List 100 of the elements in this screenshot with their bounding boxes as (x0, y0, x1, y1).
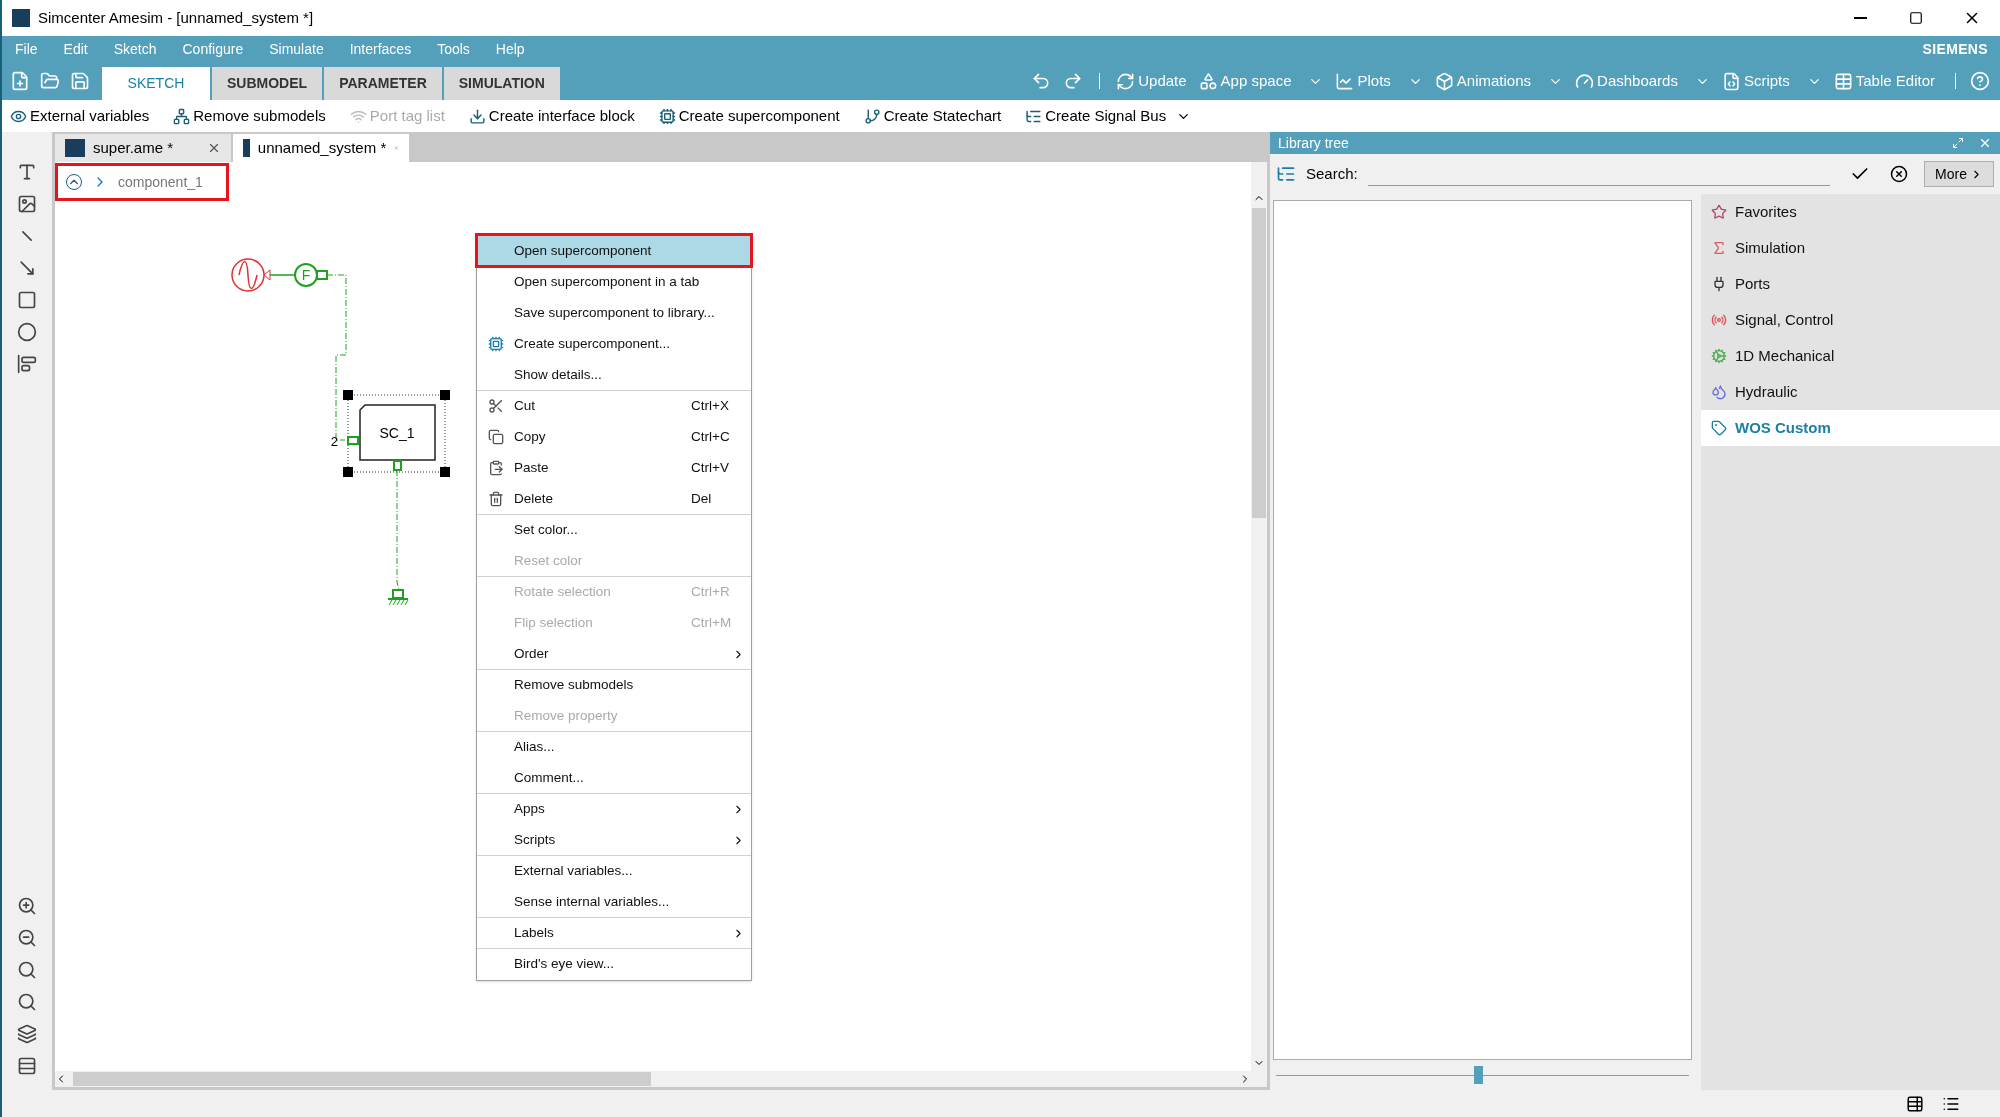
close-panel-icon[interactable] (1978, 136, 1992, 150)
context-menu-item[interactable]: Cut Ctrl+X (477, 390, 751, 421)
ribbon-tab[interactable]: SUBMODEL (212, 67, 323, 100)
toolbar-icon (173, 107, 191, 125)
maximize-icon (1909, 11, 1923, 25)
context-menu-item[interactable]: Create supercomponent... (477, 328, 751, 359)
file-icon (243, 139, 250, 157)
library-category[interactable]: 1D Mechanical (1701, 338, 2000, 374)
toolbar-button[interactable]: External variables (10, 104, 150, 128)
supercomponent-block[interactable]: SC_1 (359, 404, 436, 461)
ground-symbol (387, 589, 409, 606)
toolbar-icon (468, 107, 486, 125)
toolbar-button[interactable]: Create supercomponent (658, 104, 840, 128)
redo-icon[interactable] (1063, 71, 1084, 91)
help-icon[interactable] (1970, 71, 1990, 91)
scrollbar-thumb[interactable] (1252, 208, 1266, 518)
tree-view-icon[interactable] (1276, 164, 1296, 184)
category-icon (1711, 348, 1727, 364)
copy-icon (487, 429, 504, 445)
toolbar-button[interactable]: Remove submodels (173, 104, 326, 128)
align-tool-icon[interactable] (17, 354, 37, 374)
toolbar-icon (658, 107, 676, 125)
toolbar-button[interactable]: Create Signal Bus (1025, 104, 1167, 128)
brand-logo: SIEMENS (1922, 39, 1988, 59)
context-menu-item[interactable]: Delete Del (477, 483, 751, 514)
ribbon-action-icon (1833, 71, 1853, 91)
ribbon-action-icon (1434, 71, 1454, 91)
library-category[interactable]: Signal, Control (1701, 302, 2000, 338)
context-menu-item[interactable]: Copy Ctrl+C (477, 421, 751, 452)
panel-title: Library tree (1278, 133, 1349, 153)
category-icon (1711, 420, 1727, 436)
context-menu-item[interactable]: Sense internal variables... (477, 886, 751, 917)
context-menu-item[interactable]: Save supercomponent to library... (477, 297, 751, 328)
port-icon (347, 436, 359, 445)
context-menu-item[interactable]: Order (477, 638, 751, 669)
ribbon-tab[interactable]: SIMULATION (443, 67, 560, 100)
context-menu-item[interactable]: Comment... (477, 762, 751, 793)
rectangle-tool-icon[interactable] (17, 290, 37, 310)
context-menu-item[interactable]: Set color... (477, 514, 751, 545)
category-icon (1711, 312, 1727, 328)
port-icon (393, 460, 402, 471)
rows-icon[interactable] (17, 1056, 37, 1076)
app-logo-icon (12, 9, 30, 27)
ribbon-tab[interactable]: SKETCH (102, 67, 210, 100)
zoom-icon[interactable] (17, 992, 37, 1012)
library-category[interactable]: Hydraulic (1701, 374, 2000, 410)
category-icon (1711, 276, 1727, 292)
category-icon (1711, 204, 1727, 220)
ribbon-action-icon (1116, 71, 1136, 91)
context-menu-item[interactable]: Open supercomponent in a tab (477, 266, 751, 297)
library-category[interactable]: Favorites (1701, 194, 2000, 230)
library-category[interactable]: Simulation (1701, 230, 2000, 266)
breadcrumb-item[interactable]: component_1 (118, 171, 203, 193)
context-menu-item[interactable]: Scripts (477, 824, 751, 855)
document-tab[interactable]: unnamed_system * (233, 134, 409, 162)
context-menu-item[interactable]: Alias... (477, 731, 751, 762)
context-menu-item[interactable]: Bird's eye view... (477, 948, 751, 979)
save-icon[interactable] (70, 71, 90, 91)
slider-thumb[interactable] (1474, 1066, 1484, 1084)
document-tab[interactable]: super.ame * (55, 134, 231, 162)
search-label: Search: (1306, 163, 1358, 184)
text-tool-icon[interactable] (17, 162, 37, 182)
image-tool-icon[interactable] (17, 194, 37, 214)
context-menu-item[interactable]: Remove submodels (477, 669, 751, 700)
context-menu-item[interactable]: Show details... (477, 359, 751, 390)
sine-source-symbol (231, 258, 271, 292)
clear-icon[interactable] (1890, 165, 1909, 183)
float-panel-icon[interactable] (1952, 137, 1964, 149)
library-category[interactable]: Ports (1701, 266, 2000, 302)
context-menu-item[interactable]: Apps (477, 793, 751, 824)
new-file-icon[interactable] (10, 71, 30, 91)
window-title: Simcenter Amesim - [unnamed_system *] (38, 7, 314, 28)
category-icon (1711, 240, 1727, 256)
open-folder-icon[interactable] (40, 71, 60, 91)
ribbon-action-icon (1721, 71, 1741, 91)
ribbon-action-icon (1198, 71, 1218, 91)
library-category[interactable]: WOS Custom (1701, 410, 2000, 446)
arrow-tool-icon[interactable] (17, 258, 37, 278)
ribbon-tab[interactable]: PARAMETER (324, 67, 442, 100)
table-icon[interactable] (1906, 1094, 1924, 1113)
toolbar-button[interactable]: Create Statechart (863, 104, 1002, 128)
context-menu-item[interactable]: Labels (477, 917, 751, 948)
context-menu-item[interactable]: External variables... (477, 855, 751, 886)
context-menu-item[interactable]: Open supercomponent (477, 235, 751, 266)
context-menu-item[interactable]: Paste Ctrl+V (477, 452, 751, 483)
trash-icon (487, 491, 504, 507)
signal-line (269, 274, 295, 276)
port-number: 2 (330, 434, 338, 449)
category-icon (1711, 384, 1727, 400)
toolbar-button[interactable]: Create interface block (468, 104, 635, 128)
scrollbar-thumb[interactable] (73, 1072, 651, 1086)
scissors-icon (487, 398, 504, 414)
zoom-out-icon[interactable] (17, 928, 37, 948)
ellipse-tool-icon[interactable] (17, 322, 37, 342)
paste-icon (487, 460, 504, 476)
close-tab-icon[interactable] (207, 141, 221, 155)
layers-icon[interactable] (17, 1024, 37, 1044)
zoom-in-icon[interactable] (17, 896, 37, 916)
selection-frame[interactable] (343, 390, 450, 477)
more-button[interactable]: More (1924, 161, 1994, 187)
